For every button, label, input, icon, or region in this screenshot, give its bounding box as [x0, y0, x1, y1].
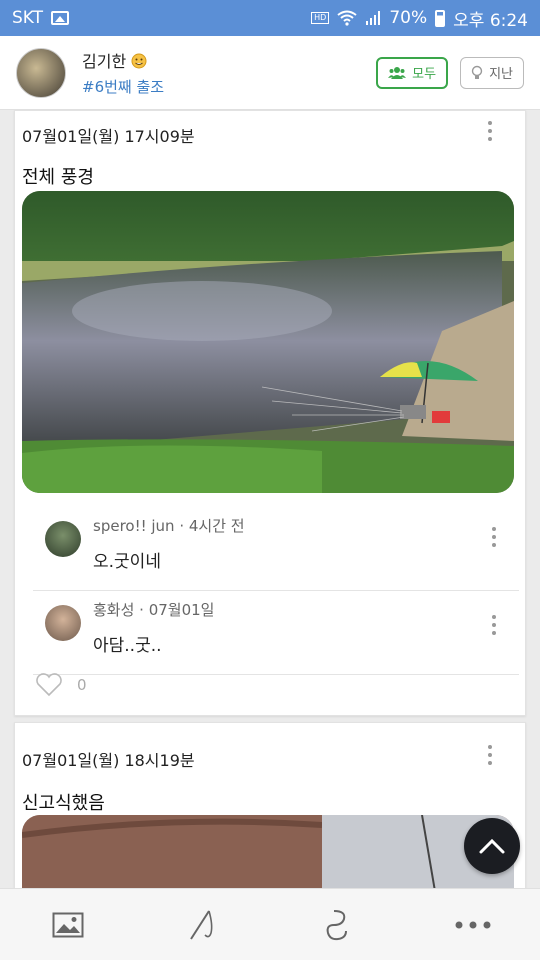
comment-text: 오.굿이네: [93, 552, 161, 572]
comment-author: spero!! jun · 4시간 전: [93, 517, 245, 535]
post-title: 전체 풍경: [22, 167, 94, 188]
avatar[interactable]: [16, 47, 66, 98]
user-name: 김기한: [82, 52, 127, 71]
battery-percent: 70%: [389, 8, 428, 28]
comment-item: spero!! jun · 4시간 전 오.굿이네: [33, 507, 519, 591]
carrier-label: SKT: [12, 8, 44, 28]
catch-photo-image: [22, 815, 514, 888]
past-trips-button[interactable]: 지난: [460, 56, 524, 89]
gallery-notification-icon: [51, 11, 70, 25]
heart-icon[interactable]: [35, 673, 63, 697]
wifi-icon: [337, 10, 357, 26]
filter-all-button[interactable]: 모두: [376, 56, 449, 89]
signal-icon: [366, 11, 381, 25]
post-card: 07월01일(월) 18시19분 신고식했음: [14, 722, 526, 888]
post-date: 07월01일(월) 17시09분: [22, 127, 195, 146]
more-button[interactable]: [443, 895, 503, 955]
comment-avatar[interactable]: [45, 521, 81, 557]
clock: 오후 6:24: [453, 10, 528, 31]
filter-all-label: 모두: [412, 67, 437, 82]
add-photo-button[interactable]: [38, 895, 98, 955]
post-date: 07월01일(월) 18시19분: [22, 751, 195, 770]
bottom-toolbar: [0, 888, 540, 960]
like-count: 0: [77, 676, 87, 694]
post-feed[interactable]: 07월01일(월) 17시09분 전체 풍경 spero!! jun · 4시간…: [0, 110, 540, 888]
post-photo[interactable]: [22, 815, 514, 888]
people-icon: [388, 66, 407, 79]
trip-header: 김기한 #6번째 출조 모두 지난: [0, 36, 540, 110]
comment-text: 아담..굿..: [93, 636, 162, 656]
emoji-icon: [131, 53, 147, 69]
more-icon: [455, 921, 490, 928]
status-bar: SKT HD 70% 오후 6:24: [0, 0, 540, 36]
comment-menu-icon[interactable]: [489, 527, 499, 547]
lake-photo-image: [22, 191, 514, 493]
post-title: 신고식했음: [22, 793, 105, 814]
hook-button[interactable]: [308, 895, 368, 955]
hook-icon: [326, 909, 347, 940]
post-menu-icon[interactable]: [485, 121, 495, 141]
post-card: 07월01일(월) 17시09분 전체 풍경 spero!! jun · 4시간…: [14, 110, 526, 716]
past-trips-label: 지난: [489, 67, 513, 82]
post-menu-icon[interactable]: [485, 745, 495, 765]
rod-icon: [189, 909, 212, 940]
scroll-top-button[interactable]: [464, 818, 520, 874]
comment-avatar[interactable]: [45, 605, 81, 641]
comment-author: 홍화성 · 07월01일: [93, 601, 215, 619]
post-photo[interactable]: [22, 191, 514, 493]
trip-tag[interactable]: #6번째 출조: [82, 76, 164, 97]
like-row: 0: [35, 673, 87, 697]
rod-button[interactable]: [173, 895, 233, 955]
image-icon: [52, 912, 83, 937]
battery-icon: [435, 9, 446, 27]
chevron-up-icon: [479, 838, 505, 854]
comment-menu-icon[interactable]: [489, 615, 499, 635]
bulb-icon: [471, 65, 483, 79]
hd-voice-icon: HD: [311, 12, 330, 24]
comment-item: 홍화성 · 07월01일 아담..굿..: [33, 591, 519, 675]
